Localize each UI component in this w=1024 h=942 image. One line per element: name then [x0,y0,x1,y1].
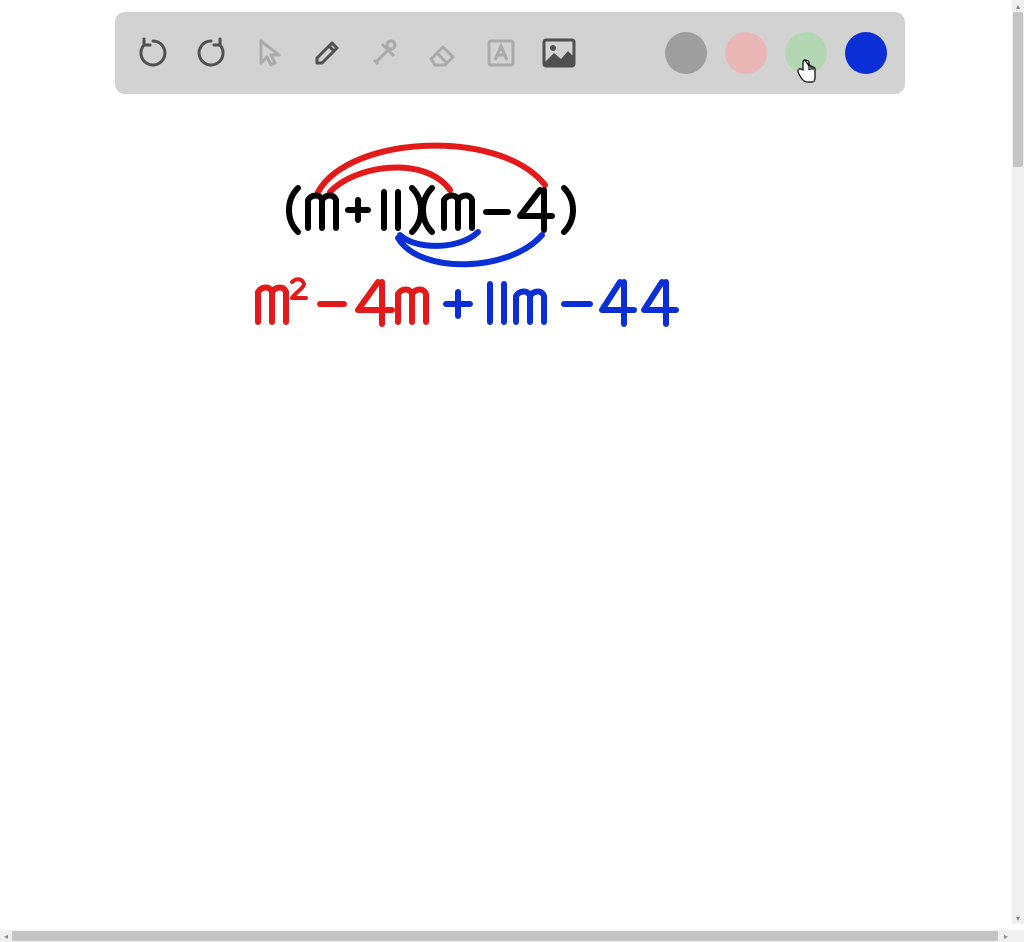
undo-icon [136,36,170,70]
expression-line1 [289,188,573,232]
horizontal-scroll-thumb[interactable] [12,931,998,941]
scrollbar-corner [1012,930,1024,942]
scroll-down-button[interactable]: ▾ [1012,912,1024,924]
tools-icon [368,36,402,70]
tools-button[interactable] [365,33,405,73]
vertical-scrollbar[interactable]: ▴ ▾ [1012,0,1024,924]
pen-button[interactable] [307,33,347,73]
text-icon [484,36,518,70]
color-pink[interactable] [725,32,767,74]
color-green[interactable] [785,32,827,74]
eraser-button[interactable] [423,33,463,73]
whiteboard-app [0,0,1012,924]
toolbar [115,12,905,94]
undo-button[interactable] [133,33,173,73]
expansion-blue [446,282,676,324]
drawing-layer [0,100,1012,920]
foil-arcs-bottom [398,232,542,264]
foil-arcs-top [318,146,545,192]
horizontal-scrollbar[interactable]: ◂ ▸ [0,930,1012,942]
text-button[interactable] [481,33,521,73]
cursor-icon [253,37,285,69]
redo-button[interactable] [191,33,231,73]
eraser-icon [425,35,461,71]
pen-icon [310,36,344,70]
image-icon [541,37,577,69]
color-gray[interactable] [665,32,707,74]
image-button[interactable] [539,33,579,73]
redo-icon [194,36,228,70]
canvas[interactable] [0,100,1012,920]
scroll-up-button[interactable]: ▴ [1012,0,1024,12]
scroll-right-button[interactable]: ▸ [1000,930,1012,942]
select-button[interactable] [249,33,289,73]
expansion-red [258,279,426,324]
vertical-scroll-thumb[interactable] [1013,12,1023,167]
color-blue[interactable] [845,32,887,74]
scroll-left-button[interactable]: ◂ [0,930,12,942]
